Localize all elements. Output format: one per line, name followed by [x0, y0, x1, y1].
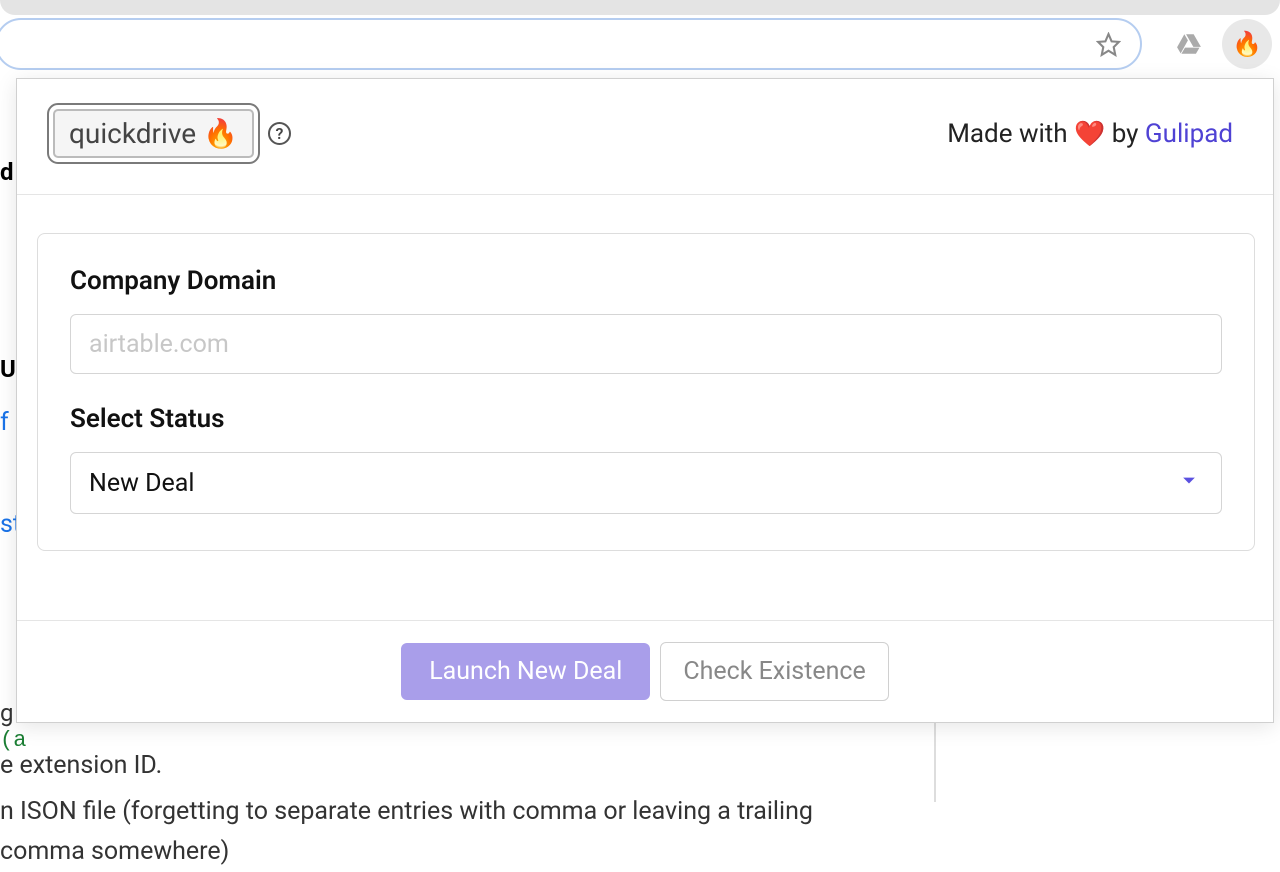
bg-text-u: U [0, 350, 16, 388]
toolbar: 🔥 [0, 18, 1280, 70]
bg-divider [934, 722, 936, 802]
made-with-by: by [1112, 119, 1145, 149]
extension-popup: quickdrive 🔥 ? Made with ❤️ by Gulipad C… [16, 78, 1274, 723]
select-status-label: Select Status [70, 404, 1222, 434]
popup-footer: Launch New Deal Check Existence [17, 620, 1273, 722]
popup-header: quickdrive 🔥 ? Made with ❤️ by Gulipad [17, 79, 1273, 195]
brand-button[interactable]: quickdrive 🔥 [53, 109, 254, 158]
help-icon[interactable]: ? [268, 122, 291, 145]
extension-avatar[interactable]: 🔥 [1222, 19, 1272, 69]
google-drive-icon[interactable] [1174, 29, 1204, 59]
bg-text-ext: e extension ID. [0, 746, 162, 786]
launch-new-deal-button[interactable]: Launch New Deal [401, 643, 650, 700]
chevron-down-icon [1175, 466, 1203, 501]
company-domain-label: Company Domain [70, 266, 1222, 296]
made-with-prefix: Made with [947, 119, 1067, 149]
made-with: Made with ❤️ by Gulipad [947, 119, 1233, 149]
tab-strip [0, 0, 1280, 15]
address-bar[interactable] [0, 18, 1142, 70]
header-left: quickdrive 🔥 ? [53, 109, 291, 158]
select-status-value: New Deal [89, 469, 194, 498]
bg-text-json: n ISON file (forgetting to separate entr… [0, 792, 900, 872]
bg-text-link-f: f [0, 403, 9, 443]
brand-name: quickdrive [69, 117, 196, 150]
company-domain-input[interactable] [70, 314, 1222, 374]
select-status-group: Select Status New Deal [70, 404, 1222, 514]
bookmark-star-icon[interactable] [1094, 30, 1122, 58]
company-domain-group: Company Domain [70, 266, 1222, 374]
fire-icon: 🔥 [203, 117, 238, 150]
bg-text-d: d [0, 153, 14, 191]
heart-icon: ❤️ [1074, 120, 1105, 149]
fire-icon: 🔥 [1232, 30, 1262, 58]
select-status-dropdown[interactable]: New Deal [70, 452, 1222, 514]
form-card: Company Domain Select Status New Deal [37, 233, 1255, 551]
check-existence-button[interactable]: Check Existence [660, 642, 888, 701]
author-link[interactable]: Gulipad [1145, 119, 1233, 149]
